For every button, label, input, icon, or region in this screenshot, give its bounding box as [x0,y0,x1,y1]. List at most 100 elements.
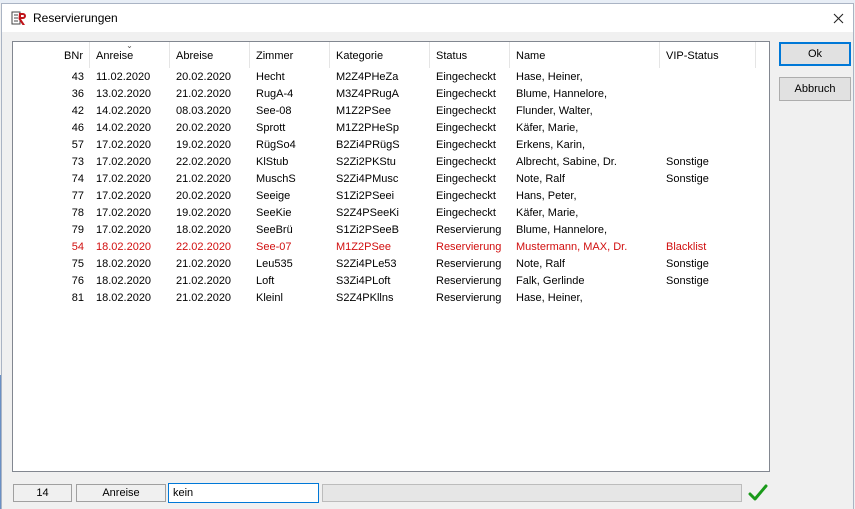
table-row[interactable]: 73 17.02.2020 22.02.2020 KlStub S2Zi2PKStu Ei… [13,154,769,171]
cell-zimmer: KlStub [256,156,289,168]
table-row[interactable]: 76 18.02.2020 21.02.2020 Loft S3Zi4PLoft Rese… [13,273,769,290]
cell-name: Blume, Hannelore, [516,224,608,236]
cell-vip: Sonstige [666,156,709,168]
cell-bnr: 46 [71,122,84,134]
cell-name: Note, Ralf [516,258,565,270]
cell-status: Eingecheckt [436,71,496,83]
cell-name: Falk, Gerlinde [516,275,585,287]
column-header-abreise[interactable]: Abreise [170,42,250,68]
cell-vip [660,120,756,137]
record-count: 14 [13,484,72,502]
cell-status: Reservierung [436,275,502,287]
table-row[interactable]: 46 14.02.2020 20.02.2020 Sprott M1Z2PHeSp Ein… [13,120,769,137]
cell-kategorie: S2Zi4PLe53 [336,258,397,270]
cell-status: Eingecheckt [436,88,496,100]
cell-vip [660,290,756,307]
cell-kategorie: S2Zi4PMusc [336,173,399,185]
cell-status: Eingecheckt [436,190,496,202]
table-row[interactable]: 78 17.02.2020 19.02.2020 SeeKie S2Z4PSeeKi Ei… [13,205,769,222]
search-input[interactable] [168,483,319,503]
column-header-kategorie[interactable]: Kategorie [330,42,430,68]
cell-zimmer: Loft [256,275,275,287]
search-field-label[interactable]: Anreise [76,484,166,502]
cell-bnr: 54 [71,241,84,253]
cell-bnr: 78 [71,207,84,219]
cell-zimmer: MuschS [256,173,296,185]
reservations-dialog: Reservierungen BNr ⌄ Anreise Abreise Zim… [1,3,854,509]
cell-bnr: 57 [71,139,84,151]
cell-anreise: 17.02.2020 [96,207,152,219]
confirm-filter-button[interactable] [746,482,770,504]
cell-vip [660,103,756,120]
cell-status: Reservierung [436,258,502,270]
cell-kategorie: M3Z4PRugA [336,88,399,100]
cell-kategorie: M1Z2PHeSp [336,122,399,134]
cell-abreise: 22.02.2020 [176,241,232,253]
column-header-zimmer[interactable]: Zimmer [250,42,330,68]
cell-kategorie: S1Zi2PSeeB [336,224,399,236]
cell-bnr: 75 [71,258,84,270]
cell-zimmer: See-08 [256,105,292,117]
cell-name: Erkens, Karin, [516,139,586,151]
reservations-grid[interactable]: BNr ⌄ Anreise Abreise Zimmer Kategorie S… [12,41,770,472]
column-header-status[interactable]: Status [430,42,510,68]
table-row[interactable]: 75 18.02.2020 21.02.2020 Leu535 S2Zi4PLe53 Re… [13,256,769,273]
cell-abreise: 22.02.2020 [176,156,232,168]
grid-header: BNr ⌄ Anreise Abreise Zimmer Kategorie S… [13,41,769,68]
cell-anreise: 11.02.2020 [96,71,151,83]
cell-anreise: 17.02.2020 [96,139,152,151]
table-row[interactable]: 42 14.02.2020 08.03.2020 See-08 M1Z2PSee Eing… [13,103,769,120]
cell-zimmer: Seeige [256,190,291,202]
table-row[interactable]: 77 17.02.2020 20.02.2020 Seeige S1Zi2PSeei Ei… [13,188,769,205]
cell-zimmer: RugA-4 [256,88,294,100]
cell-kategorie: S1Zi2PSeei [336,190,395,202]
table-row[interactable]: 79 17.02.2020 18.02.2020 SeeBrü S1Zi2PSeeB Re… [13,222,769,239]
cell-zimmer: See-07 [256,241,292,253]
cell-kategorie: S2Z4PKllns [336,292,394,304]
cell-name: Käfer, Marie, [516,122,579,134]
cell-anreise: 18.02.2020 [96,241,152,253]
table-row[interactable]: 57 17.02.2020 19.02.2020 RügSo4 B2Zi4PRügS Ei… [13,137,769,154]
cell-zimmer: RügSo4 [256,139,296,151]
table-row[interactable]: 43 11.02.2020 20.02.2020 Hecht M2Z4PHeZa Eing… [13,69,769,86]
cell-name: Hans, Peter, [516,190,577,202]
column-header-filler [756,42,769,68]
cell-status: Eingecheckt [436,156,496,168]
table-row[interactable]: 81 18.02.2020 21.02.2020 Kleinl S2Z4PKllns Re… [13,290,769,307]
cell-kategorie: S3Zi4PLoft [336,275,391,287]
cell-bnr: 74 [71,173,84,185]
checkmark-icon [748,484,768,501]
cell-zimmer: Leu535 [256,258,293,270]
column-header-anreise[interactable]: ⌄ Anreise [90,41,170,68]
cell-kategorie: M2Z4PHeZa [336,71,399,83]
cell-status: Eingecheckt [436,122,496,134]
cancel-button[interactable]: Abbruch [779,77,851,101]
ok-button[interactable]: Ok [779,42,851,66]
cell-status: Eingecheckt [436,139,496,151]
cell-abreise: 18.02.2020 [176,224,232,236]
cell-zimmer: Hecht [256,71,285,83]
column-header-vip-status[interactable]: VIP-Status [660,42,756,68]
status-bar: 14 Anreise [2,478,853,506]
cell-zimmer: SeeKie [256,207,292,219]
cell-vip [660,86,756,103]
cell-name: Note, Ralf [516,173,565,185]
cell-kategorie: S2Z4PSeeKi [336,207,399,219]
column-header-name[interactable]: Name [510,42,660,68]
cell-vip [660,137,756,154]
cell-abreise: 21.02.2020 [176,258,232,270]
table-row[interactable]: 36 13.02.2020 21.02.2020 RugA-4 M3Z4PRugA Ein… [13,86,769,103]
column-header-bnr[interactable]: BNr [13,42,90,68]
cell-name: Blume, Hannelore, [516,88,608,100]
close-button[interactable] [823,4,853,32]
table-row[interactable]: 54 18.02.2020 22.02.2020 See-07 M1Z2PSee Rese… [13,239,769,256]
window-title: Reservierungen [33,11,118,25]
table-row[interactable]: 74 17.02.2020 21.02.2020 MuschS S2Zi4PMusc Ei… [13,171,769,188]
grid-rows: 43 11.02.2020 20.02.2020 Hecht M2Z4PHeZa Eing… [13,69,769,307]
cell-name: Mustermann, MAX, Dr. [516,241,628,253]
cell-bnr: 42 [71,105,84,117]
cell-abreise: 08.03.2020 [176,105,232,117]
cell-abreise: 19.02.2020 [176,207,232,219]
cell-status: Eingecheckt [436,105,496,117]
cell-name: Hase, Heiner, [516,292,583,304]
